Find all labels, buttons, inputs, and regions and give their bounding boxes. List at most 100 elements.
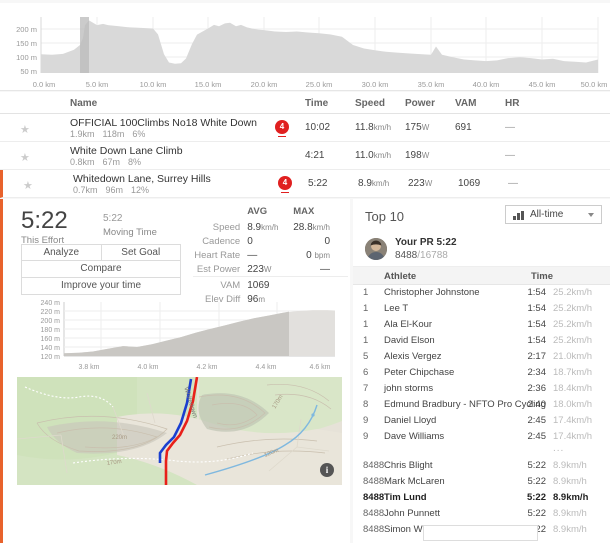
leaderboard-athlete-name[interactable]: Mark McLaren [384,476,445,487]
segment-name[interactable]: OFFICIAL 100Climbs No18 White Down [70,117,257,129]
leaderboard-time: 2:34 [521,367,546,378]
segment-row[interactable]: ★Whitedown Lane, Surrey Hills0.7km96m12%… [0,170,610,198]
leaderboard-time: 2:36 [521,383,546,394]
leaderboard-athlete-name[interactable]: Tim Lund [384,492,427,503]
map-pond-icon [311,413,314,416]
leaderboard-row[interactable]: 5 Alexis Vergez 2:17 21.0km/h [353,349,610,365]
segment-distance: 0.7km [73,185,98,195]
segment-stats: 0.8km67m8% [70,157,149,167]
leaderboard-rank: 9 [363,431,368,442]
svg-text:50.0 km: 50.0 km [581,80,608,89]
leaderboard-rank: 5 [363,351,368,362]
leaderboard-row[interactable]: 1Lee T1:5425.2km/h [353,301,610,317]
effort-detail-panel: 5:22 This Effort 5:22 Moving Time Analyz… [0,199,350,543]
leaderboard-row[interactable]: 6Peter Chipchase2:3418.7km/h [353,365,610,381]
segment-grade: 6% [132,129,145,139]
leaderboard-speed: 25.2km/h [553,319,592,330]
chevron-down-icon [588,213,594,217]
segment-distance: 1.9km [70,129,95,139]
leaderboard-athlete-name[interactable]: Ala El-Kour [384,319,432,330]
analyze-button[interactable]: Analyze [21,244,102,261]
leaderboard-athlete-name[interactable]: David Elson [384,335,435,346]
leaderboard-column-headers: Athlete Time [353,267,610,285]
column-header-hr[interactable]: HR [505,98,519,109]
star-icon[interactable]: ★ [20,151,30,164]
segment-row[interactable]: ★White Down Lane Climb0.8km67m8%4:2111.0… [0,142,610,170]
segment-name[interactable]: White Down Lane Climb [70,145,183,157]
leaderboard-athlete-name[interactable]: Daniel Lloyd [384,415,436,426]
leaderboard-row[interactable]: 1Ala El-Kour1:5425.2km/h [353,317,610,333]
personal-record-row[interactable]: Your PR 5:22 8488/16788 [353,231,610,267]
leaderboard-filter-dropdown[interactable]: All-time [505,205,602,224]
set-goal-button[interactable]: Set Goal [102,244,182,261]
segment-row[interactable]: ★ OFFICIAL 100Climbs No18 White Down1.9km… [0,114,610,142]
segment-vam: 1069 [458,178,480,189]
leaderboard-speed: 21.0km/h [553,351,592,362]
leaderboard-athlete-name[interactable]: Peter Chipchase [384,367,454,378]
leaderboard-athlete-name[interactable]: John Punnett [384,508,440,519]
segment-time: 5:22 [308,178,327,189]
achievement-badge[interactable]: 4 [275,120,289,134]
svg-text:0.0 km: 0.0 km [33,80,56,89]
leaderboard-athlete-name[interactable]: Christopher Johnstone [384,287,480,298]
leaderboard-rank: 8488 [363,524,384,535]
leaderboard-time: 2:17 [521,351,546,362]
map-info-icon[interactable]: i [320,463,334,477]
segment-hr: — [508,178,518,189]
leaderboard-rank: 9 [363,415,368,426]
effort-stats-table: AVG MAX Speed 8.9km/h 28.8km/h Cadence 0… [193,205,348,307]
achievement-badge[interactable]: 4 [278,176,292,190]
improve-your-time-button[interactable]: Improve your time [21,278,181,295]
leaderboard-row[interactable]: 1Christopher Johnstone1:5425.2km/h [353,285,610,301]
segment-hr: — [505,122,515,133]
avatar[interactable] [365,238,387,260]
star-icon[interactable]: ★ [20,123,30,136]
svg-text:45.0 km: 45.0 km [529,80,556,89]
svg-text:200 m: 200 m [16,25,37,34]
leaderboard-row[interactable]: 9Daniel Lloyd2:4517.4km/h [353,413,610,429]
leaderboard-speed: 25.2km/h [553,303,592,314]
svg-text:220 m: 220 m [41,309,61,316]
svg-text:5.0 km: 5.0 km [86,80,109,89]
leaderboard-row[interactable]: 8488Chris Blight5:228.9km/h [353,458,610,474]
segment-power: 198W [405,150,429,161]
leaderboard-time: 1:54 [521,319,546,330]
leaderboard-athlete-name[interactable]: Dave Williams [384,431,444,442]
leaderboard-athlete-name[interactable]: Alexis Vergez [384,351,442,362]
leaderboard-athlete-name[interactable]: Chris Blight [384,460,433,471]
svg-text:4.0 km: 4.0 km [137,364,158,371]
compare-button[interactable]: Compare [21,261,181,278]
column-header-vam[interactable]: VAM [455,98,476,109]
svg-text:160 m: 160 m [41,336,61,343]
segments-table-header: Name Time Speed Power VAM HR [0,92,610,114]
profile-selection-highlight [80,17,89,73]
svg-text:200 m: 200 m [41,318,61,325]
ride-elevation-chart[interactable]: 200 m 150 m 100 m 50 m 0.0 km 5.0 km 10.… [0,3,610,91]
leaderboard-row[interactable]: 9Dave Williams2:4517.4km/h [353,429,610,445]
segment-detail-section: 5:22 This Effort 5:22 Moving Time Analyz… [0,199,610,543]
stats-label-speed: Speed [193,220,247,234]
segment-map[interactable]: Whitedown 220m 170m 170m 120m i [17,377,342,485]
leaderboard-footer-button[interactable] [423,525,538,541]
profile-y-axis-labels: 200 m 150 m 100 m 50 m [16,25,37,76]
leaderboard-row[interactable]: 8488John Punnett5:228.9km/h [353,506,610,522]
segment-name[interactable]: Whitedown Lane, Surrey Hills [73,173,211,185]
leaderboard-athlete-name[interactable]: john storms [384,383,433,394]
leaderboard-row[interactable]: 8488Mark McLaren5:228.9km/h [353,474,610,490]
segment-elevation-chart[interactable]: 240 m 220 m 200 m 180 m 160 m 140 m 120 … [17,294,342,372]
leaderboard-athlete-name[interactable]: Lee T [384,303,408,314]
mini-area-dark [64,312,289,356]
leaderboard-row-current-user[interactable]: 8488Tim Lund5:228.9km/h [353,490,610,506]
map-canvas[interactable]: Whitedown 220m 170m 170m 120m [17,377,342,485]
column-header-power[interactable]: Power [405,98,435,109]
star-icon[interactable]: ★ [23,179,33,192]
segment-speed: 8.9km/h [358,178,389,189]
column-header-speed[interactable]: Speed [355,98,385,109]
leaderboard-row[interactable]: 8Edmund Bradbury - NFTO Pro Cycling2:401… [353,397,610,413]
leaderboard-row[interactable]: 7john storms2:3618.4km/h [353,381,610,397]
column-header-time[interactable]: Time [305,98,328,109]
leaderboard-row[interactable]: 1David Elson1:5425.2km/h [353,333,610,349]
stats-row-cadence: Cadence 0 0 [193,234,348,248]
leaderboard-time: 5:22 [521,460,546,471]
personal-record-rank: 8488/16788 [395,250,448,261]
